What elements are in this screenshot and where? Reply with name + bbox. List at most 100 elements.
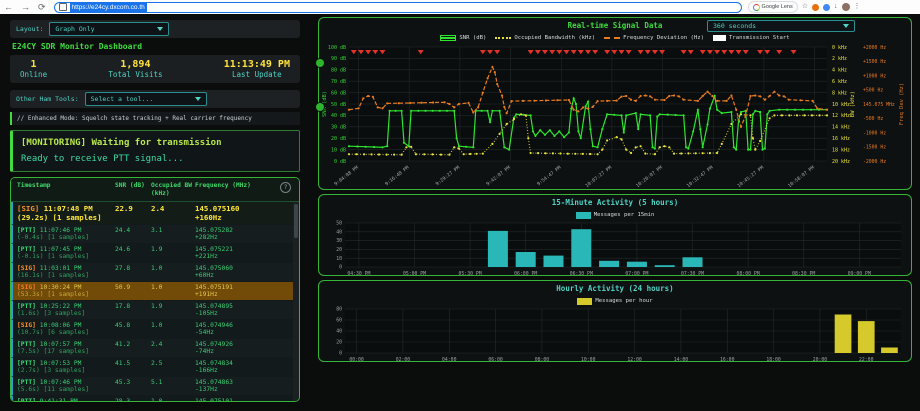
back-icon[interactable]: ← — [0, 0, 17, 14]
forward-icon[interactable]: → — [17, 0, 34, 14]
svg-text:9:04:08 PM: 9:04:08 PM — [333, 165, 360, 188]
transmission-swatch-icon — [713, 35, 726, 41]
svg-text:30: 30 — [336, 238, 342, 244]
cell-timestamp: [PTT] 10:07:53 PM(2.7s) [3 samples] — [17, 360, 115, 374]
table-scrollbar[interactable] — [293, 202, 299, 401]
table-row[interactable]: [PTT] 10:25:22 PM(1.6s) [3 samples]17.81… — [11, 301, 293, 320]
google-lens-button[interactable]: Google Lens — [748, 1, 798, 13]
table-row[interactable]: [PTT] 10:07:53 PM(2.7s) [3 samples]41.52… — [11, 358, 293, 377]
cell-duration-samples: (-0.1s) [1 samples] — [17, 253, 115, 260]
realtime-chart-plot[interactable]: 0 dB20 kHz10 dB18 kHz20 dB16 kHz30 dB14 … — [319, 43, 911, 188]
table-row[interactable]: [PTT] 9:41:31 PM(8.3s) [2 samples]28.31.… — [11, 396, 293, 401]
svg-text:-2000 Hz: -2000 Hz — [863, 159, 886, 165]
site-info-icon[interactable] — [59, 3, 67, 11]
svg-text:100 dB: 100 dB — [328, 45, 346, 51]
signal-tag: [SIG] — [17, 284, 40, 291]
scrollbar-thumb[interactable] — [294, 204, 298, 238]
deviation-swatch-icon — [604, 37, 620, 39]
cell-bw: 1.0 — [151, 265, 195, 279]
chevron-down-icon — [157, 27, 163, 31]
extension-orange-icon[interactable] — [812, 4, 819, 11]
cell-frequency: 145.075221+221Hz — [195, 246, 279, 260]
cell-snr: 24.6 — [115, 246, 151, 260]
chevron-down-icon — [843, 24, 849, 28]
svg-text:16 kHz: 16 kHz — [832, 136, 850, 142]
frequency-value: 145.075060 — [195, 265, 279, 272]
table-row[interactable]: [PTT] 11:07:46 PM(-0.4s) [1 samples]24.4… — [11, 225, 293, 244]
stat-visits-label: Total Visits — [108, 70, 162, 79]
stat-update-value: 11:13:49 PM — [224, 59, 290, 70]
page-title: E24CY SDR Monitor Dashboard — [12, 42, 298, 51]
frequency-offset: +60Hz — [195, 272, 279, 279]
cell-snr: 27.8 — [115, 265, 151, 279]
monitoring-status: [MONITORING] Waiting for transmission — [21, 138, 291, 148]
frequency-value: 145.074895 — [195, 303, 279, 310]
svg-text:06:00 PM: 06:00 PM — [514, 271, 537, 277]
table-row[interactable]: [SIG] 11:07:48 PM(29.2s) [1 samples]22.9… — [11, 202, 293, 225]
reload-icon[interactable]: ⟳ — [34, 0, 50, 14]
svg-text:08:00 PM: 08:00 PM — [737, 271, 760, 277]
address-bar[interactable]: https://e24cy.dxcom.co.th — [54, 2, 742, 13]
svg-text:07:00 PM: 07:00 PM — [625, 271, 648, 277]
tools-select-value: Select a tool... — [91, 95, 154, 103]
svg-text:08:30 PM: 08:30 PM — [792, 271, 815, 277]
table-row[interactable]: [PTT] 10:07:46 PM(5.6s) [11 samples]45.3… — [11, 377, 293, 396]
downloads-icon[interactable]: ↓ — [834, 0, 838, 14]
svg-text:10 kHz: 10 kHz — [832, 102, 850, 108]
svg-text:50: 50 — [336, 221, 342, 227]
frequency-value: 145.074863 — [195, 379, 279, 386]
hourly-title: Hourly Activity (24 hours) — [556, 284, 673, 293]
signal-table-header: Timestamp SNR (dB) Occupied BW (kHz) Fre… — [11, 178, 299, 202]
panel-toggle-icon[interactable] — [315, 102, 325, 112]
profile-avatar[interactable] — [842, 3, 850, 11]
legend-snr: SNR (dB) — [440, 35, 486, 41]
svg-text:4 kHz: 4 kHz — [832, 68, 847, 74]
help-icon[interactable]: ? — [280, 182, 291, 193]
table-row[interactable]: [SIG] 10:30:24 PM(53.3s) [1 samples]50.9… — [11, 282, 293, 301]
activity15-header: 15-Minute Activity (5 hours) — [319, 195, 911, 210]
cell-bw: 1.0 — [151, 284, 195, 298]
table-row[interactable]: [SIG] 11:03:01 PM(16.1s) [1 samples]27.8… — [11, 263, 293, 282]
svg-text:18:00: 18:00 — [766, 357, 781, 363]
cell-frequency: 145.075191+191Hz — [195, 284, 279, 298]
cell-duration-samples: (1.6s) [3 samples] — [17, 310, 115, 317]
svg-text:20 kHz: 20 kHz — [832, 159, 850, 165]
window-select[interactable]: 360 seconds — [707, 20, 855, 32]
realtime-chart-legend: SNR (dB) Occupied Bandwidth (kHz) Freque… — [319, 33, 911, 43]
cell-timestamp: [SIG] 11:07:48 PM(29.2s) [1 samples] — [17, 204, 115, 222]
cell-duration-samples: (10.7s) [6 samples] — [17, 329, 115, 336]
cell-timestamp: [SIG] 10:30:24 PM(53.3s) [1 samples] — [17, 284, 115, 298]
extension-blue-icon[interactable] — [823, 4, 830, 11]
tools-select[interactable]: Select a tool... — [85, 92, 207, 106]
cell-duration-samples: (29.2s) [1 samples] — [17, 213, 115, 222]
messages-hour-swatch-icon — [577, 298, 592, 305]
hourly-header: Hourly Activity (24 hours) — [319, 281, 911, 296]
activity15-plot[interactable]: 0102030405004:30 PM05:00 PM05:30 PM06:00… — [319, 220, 909, 280]
cell-frequency: 145.074863-137Hz — [195, 379, 279, 393]
svg-text:04:00: 04:00 — [442, 357, 457, 363]
activity15-chart-panel: 15-Minute Activity (5 hours) Messages pe… — [318, 194, 912, 276]
hourly-plot[interactable]: 02040608000:0002:0004:0006:0008:0010:001… — [319, 306, 909, 366]
bandwidth-swatch-icon — [495, 37, 511, 39]
tools-label: Other Ham Tools: — [16, 95, 79, 103]
panel-toggle-icon[interactable] — [315, 58, 325, 68]
bookmark-star-icon[interactable]: ☆ — [802, 0, 808, 14]
table-row[interactable]: [PTT] 11:07:45 PM(-0.1s) [1 samples]24.6… — [11, 244, 293, 263]
svg-text:00:00: 00:00 — [349, 357, 364, 363]
svg-text:-1500 Hz: -1500 Hz — [863, 145, 886, 151]
monitoring-panel: [MONITORING] Waiting for transmission Re… — [10, 130, 300, 172]
cell-duration-samples: (16.1s) [1 samples] — [17, 272, 115, 279]
browser-menu-icon[interactable]: ⋮ — [854, 0, 861, 14]
cell-snr: 45.3 — [115, 379, 151, 393]
signal-tag: [PTT] — [17, 246, 40, 253]
table-row[interactable]: [SIG] 10:08:06 PM(10.7s) [6 samples]45.8… — [11, 320, 293, 339]
frequency-value: 145.075282 — [195, 227, 279, 234]
svg-text:12 kHz: 12 kHz — [832, 113, 850, 119]
svg-text:Freq Dev (Hz): Freq Dev (Hz) — [899, 83, 905, 125]
layout-select[interactable]: Graph Only — [49, 22, 169, 36]
url-text[interactable]: https://e24cy.dxcom.co.th — [70, 3, 147, 12]
realtime-chart-header: Real-time Signal Data 360 seconds — [319, 18, 911, 33]
cell-duration-samples: (-0.4s) [1 samples] — [17, 234, 115, 241]
svg-text:9:29:27 PM: 9:29:27 PM — [435, 165, 462, 188]
table-row[interactable]: [PTT] 10:07:57 PM(7.5s) [17 samples]41.2… — [11, 339, 293, 358]
